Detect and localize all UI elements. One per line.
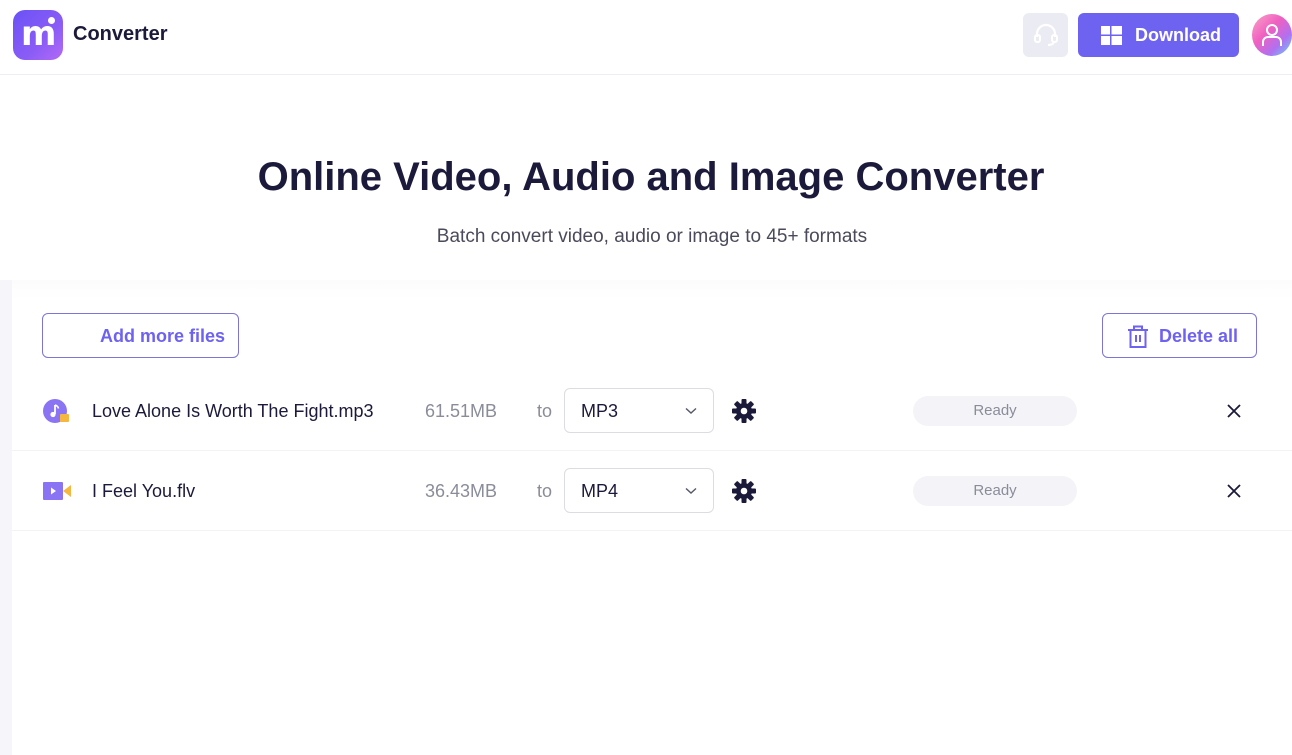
panel-top-shade: [12, 280, 1292, 300]
video-file-icon: [43, 482, 71, 500]
close-icon[interactable]: [1226, 403, 1242, 419]
selected-format: MP3: [581, 401, 619, 421]
chevron-down-icon: [685, 407, 697, 414]
file-size: 36.43MB: [425, 481, 498, 501]
app-logo[interactable]: m: [13, 10, 63, 60]
file-size: 61.51MB: [425, 401, 498, 421]
output-format-select[interactable]: MP3: [564, 388, 714, 433]
support-button[interactable]: [1023, 13, 1068, 57]
headset-icon: [1034, 23, 1058, 46]
download-label: Download: [1135, 25, 1221, 45]
audio-file-icon: [43, 399, 69, 423]
page-title: Online Video, Audio and Image Converter: [257, 155, 1045, 199]
user-icon: [1262, 24, 1282, 46]
file-row: I Feel You.flv 36.43MB to MP4 Ready: [12, 451, 1292, 531]
delete-all-label: Delete all: [1159, 326, 1239, 346]
file-name: I Feel You.flv: [92, 481, 196, 501]
close-icon[interactable]: [1226, 483, 1242, 499]
file-name: Love Alone Is Worth The Fight.mp3: [92, 401, 374, 421]
settings-gear-icon[interactable]: [731, 478, 757, 504]
left-panel-shade: [0, 280, 12, 755]
add-more-files-label: Add more files: [100, 326, 226, 346]
status-badge: Ready: [913, 476, 1077, 506]
to-label: to: [537, 401, 553, 421]
top-header: m Converter Download: [0, 0, 1292, 75]
status-badge: Ready: [913, 396, 1077, 426]
app-name: Converter: [73, 23, 168, 45]
file-row: Love Alone Is Worth The Fight.mp3 61.51M…: [12, 371, 1292, 451]
delete-all-button[interactable]: Delete all: [1102, 313, 1257, 358]
trash-icon: [1128, 325, 1148, 348]
page-subtitle: Batch convert video, audio or image to 4…: [436, 226, 868, 247]
settings-gear-icon[interactable]: [731, 398, 757, 424]
user-avatar[interactable]: [1252, 14, 1292, 56]
output-format-select[interactable]: MP4: [564, 468, 714, 513]
chevron-down-icon: [685, 487, 697, 494]
download-button[interactable]: Download: [1078, 13, 1239, 57]
add-more-files-button[interactable]: Add more files: [42, 313, 239, 358]
selected-format: MP4: [581, 481, 619, 501]
logo-dot: [48, 17, 55, 24]
to-label: to: [537, 481, 553, 501]
windows-icon: [1101, 26, 1122, 45]
